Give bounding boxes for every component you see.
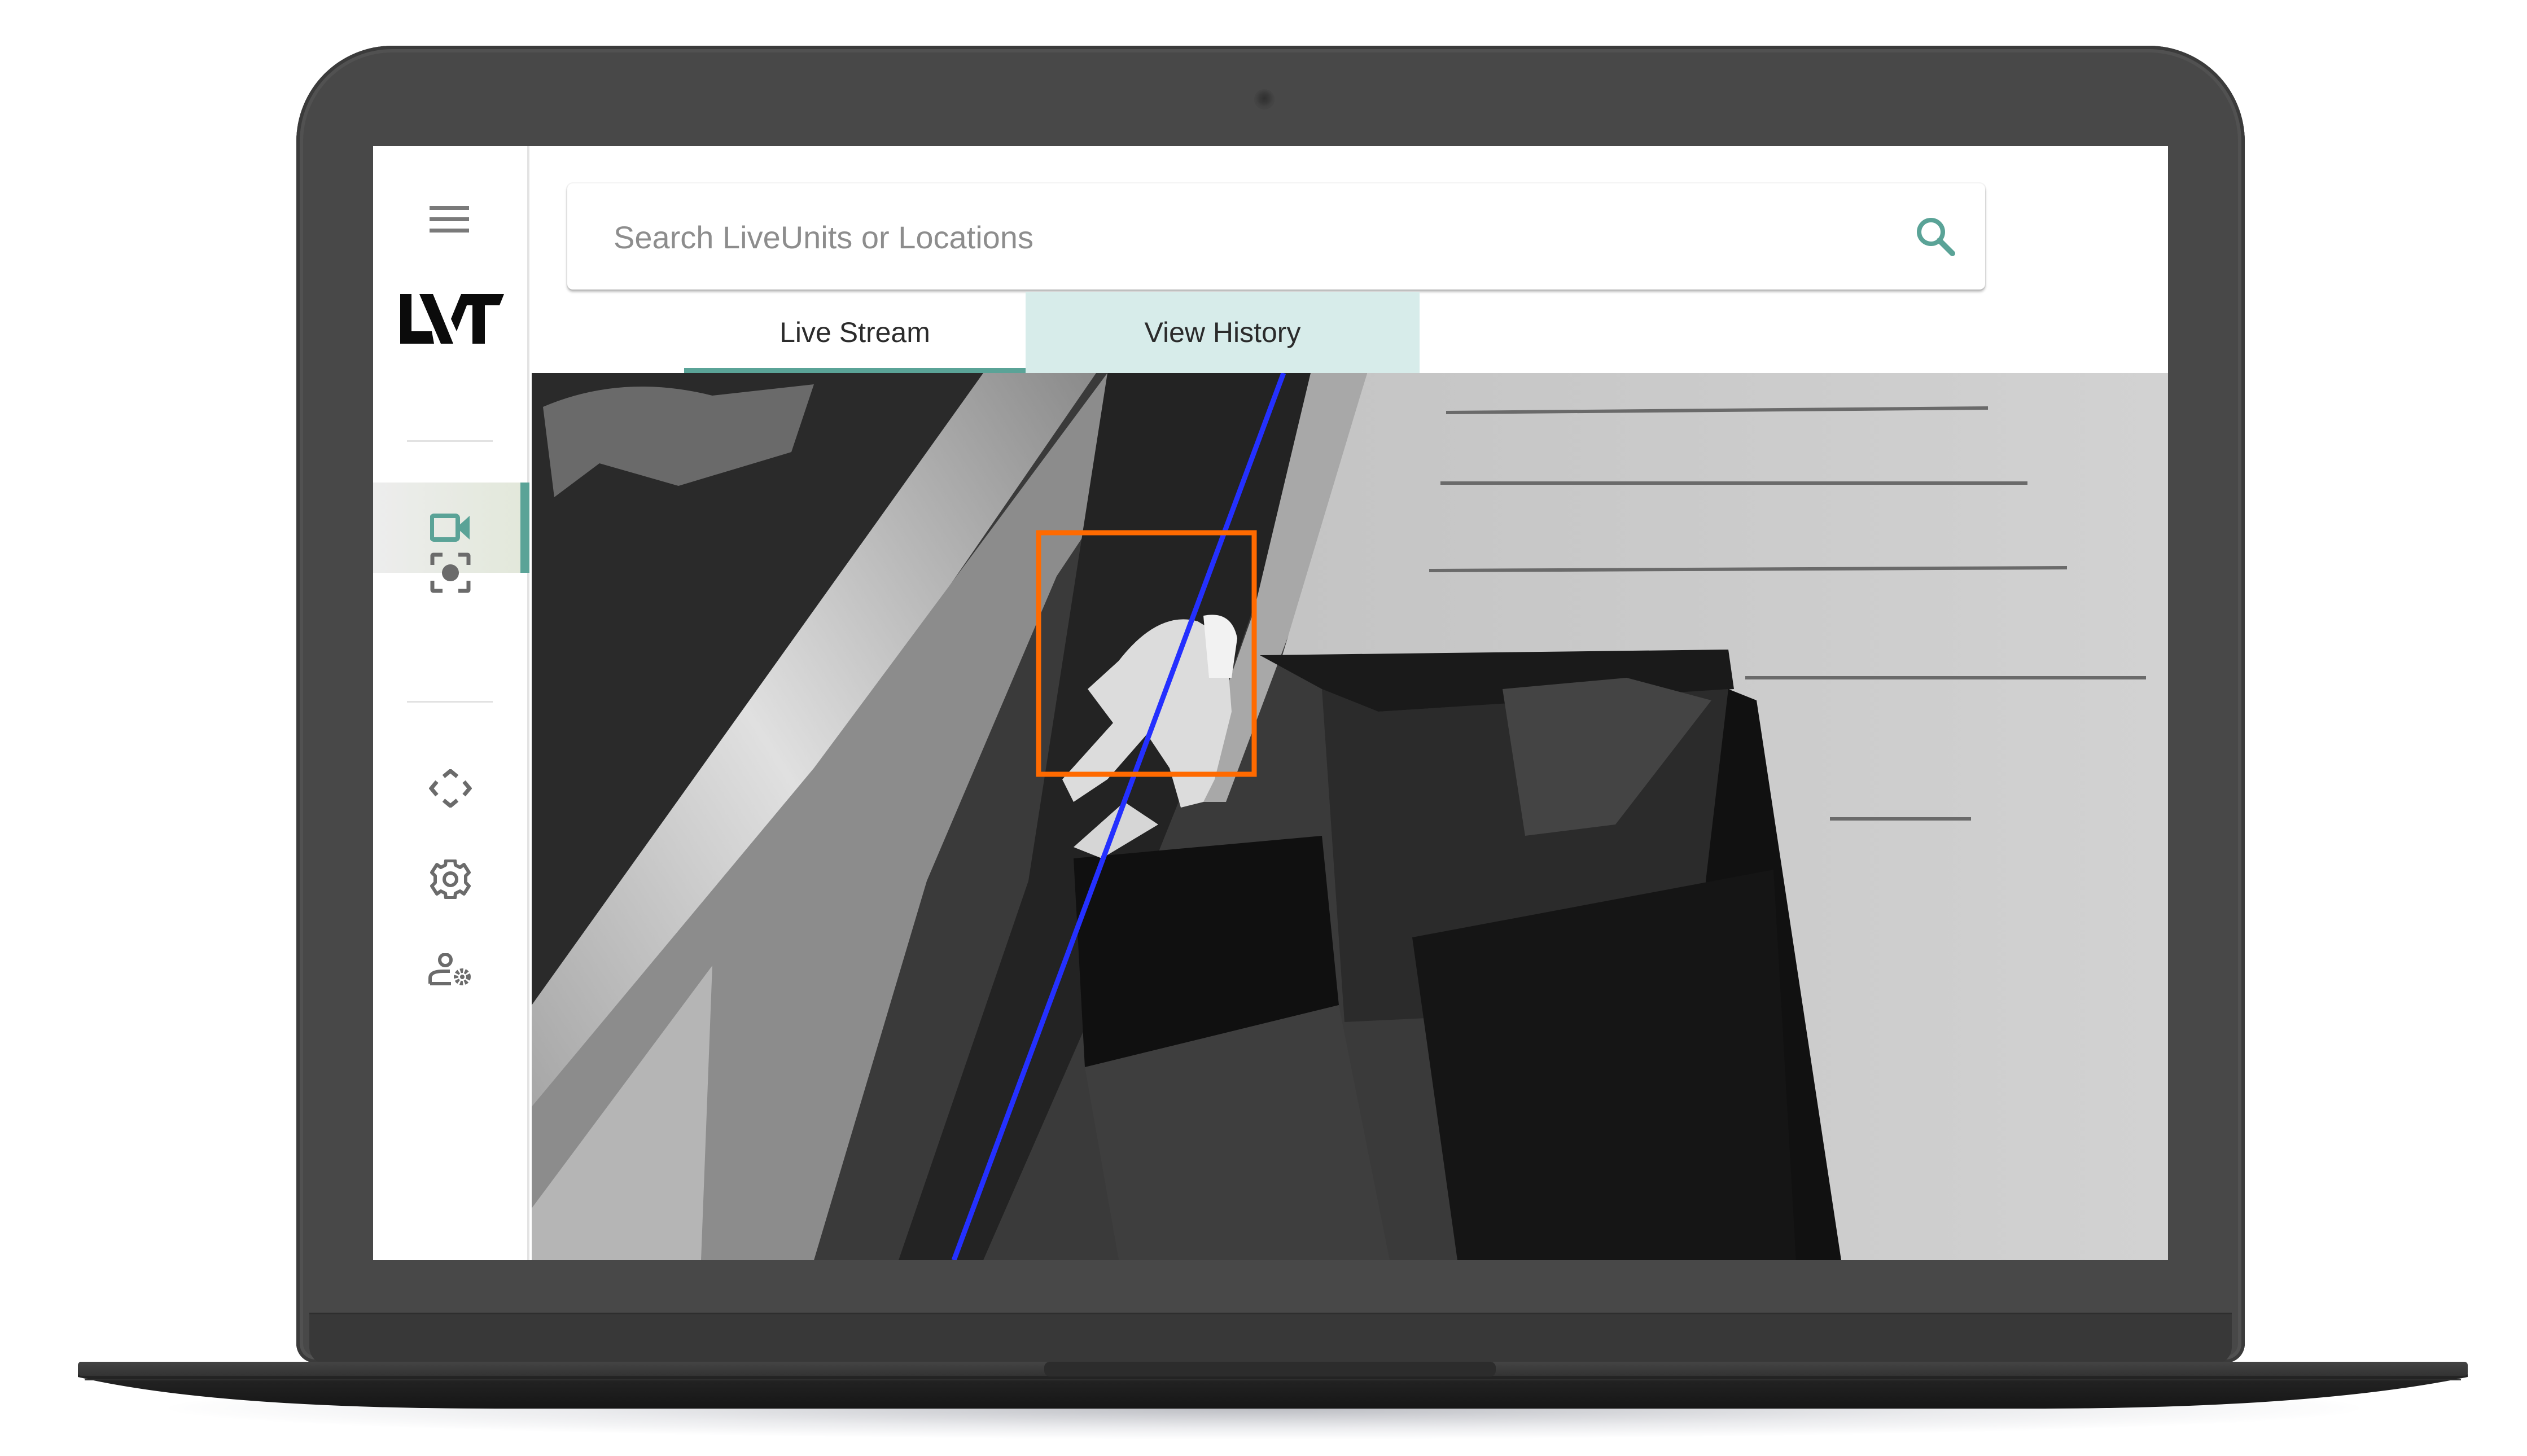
dumpster-lower (1412, 870, 1796, 1260)
sidebar-item-user-settings[interactable] (373, 925, 527, 1015)
tab-label: View History (1144, 317, 1301, 348)
sidebar-item-snapshot[interactable] (373, 528, 527, 618)
tab-label: Live Stream (779, 317, 930, 348)
gear-icon (430, 859, 471, 899)
video-frame (532, 373, 2168, 1260)
screen: LVT (373, 146, 2168, 1260)
search-bar (567, 183, 1985, 291)
sidebar: LVT (373, 146, 529, 1260)
tab-live-stream[interactable]: Live Stream (684, 292, 1026, 373)
live-video-feed[interactable] (532, 373, 2168, 1260)
user-gear-icon (428, 953, 471, 985)
sidebar-item-pan-move[interactable] (373, 743, 527, 834)
top-bar: Live Stream View History (529, 146, 2168, 373)
sidebar-divider (407, 440, 493, 442)
hamburger-menu-icon[interactable] (430, 206, 469, 233)
sidebar-divider (407, 701, 493, 703)
lvt-logo: LVT (400, 294, 504, 344)
sidebar-item-settings[interactable] (373, 834, 527, 924)
focus-capture-icon (430, 552, 470, 593)
hinge-notch (1044, 1362, 1496, 1376)
search-icon[interactable] (1913, 214, 1958, 259)
search-input[interactable] (612, 183, 1856, 291)
tab-view-history[interactable]: View History (1026, 292, 1420, 373)
move-arrows-icon (428, 769, 472, 808)
